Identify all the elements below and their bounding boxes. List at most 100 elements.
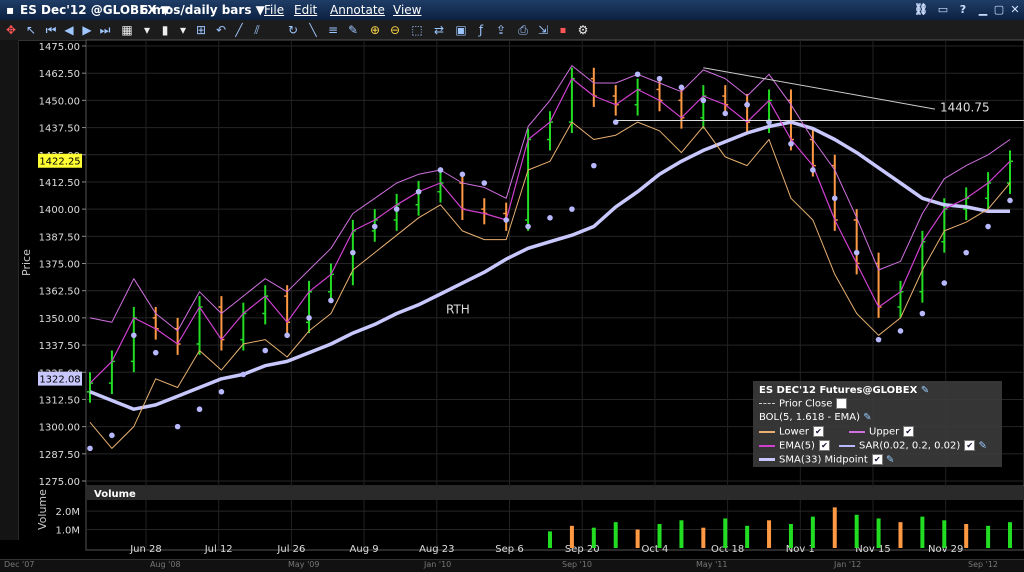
price-tick-label: 1475.00	[39, 42, 80, 53]
volume-title-bar	[86, 486, 1024, 500]
sma-price-text: 1322.08	[39, 375, 80, 386]
volume-bar	[810, 516, 815, 548]
nav-label: Dec '07	[4, 560, 35, 569]
edit-icon: ✎	[863, 412, 872, 423]
volume-bar	[701, 527, 706, 548]
price-tick-label: 1300.00	[39, 423, 80, 434]
volume-bar	[767, 520, 772, 548]
volume-bar	[1008, 522, 1012, 548]
sar-dot	[152, 349, 159, 356]
sar-dot	[634, 71, 641, 78]
sar-dot	[547, 215, 553, 221]
prior-close-checkbox[interactable]	[836, 398, 848, 409]
date-tick-label: Jul 26	[276, 544, 305, 555]
price-tick-label: 1375.00	[39, 260, 80, 271]
price-tick-label: 1362.50	[39, 287, 80, 298]
sar-dot	[700, 97, 707, 104]
price-tick-label: 1287.50	[39, 450, 80, 461]
sar-dot	[87, 445, 93, 452]
price-tick-label: 1337.50	[39, 341, 80, 352]
volume-bar	[920, 516, 925, 548]
price-tick-label: 1350.00	[39, 314, 80, 325]
volume-bar	[854, 514, 859, 548]
sar-dot	[459, 171, 466, 178]
volume-tick-label: 2.0M	[55, 507, 80, 518]
volume-bar	[832, 507, 837, 548]
legend-upper: Upper ✔	[849, 426, 915, 438]
sar-dot	[131, 332, 137, 339]
price-tick-label: 1275.00	[39, 477, 80, 488]
sar-dot	[569, 206, 575, 212]
legend-sma-label: SMA(33) Midpoint	[779, 454, 868, 466]
volume-bar	[723, 518, 728, 548]
volume-bar	[591, 527, 596, 548]
price-tick-label: 1450.00	[39, 96, 80, 107]
volume-bar	[569, 525, 574, 548]
sar-dot	[262, 347, 269, 354]
ema-checkbox[interactable]: ✔	[818, 440, 830, 451]
volume-bar	[679, 520, 684, 548]
nav-label: Aug '08	[150, 560, 181, 569]
sar-dot	[941, 280, 948, 286]
legend-lower: Lower ✔	[759, 426, 824, 438]
volume-tick-label: 1.0M	[55, 526, 80, 537]
legend-upper-label: Upper	[869, 426, 900, 438]
sma-checkbox[interactable]: ✔	[871, 454, 883, 465]
volume-bar	[635, 529, 640, 548]
current-price-text: 1422.25	[39, 157, 80, 168]
volume-bar	[613, 522, 618, 548]
sar-dot	[306, 315, 312, 321]
legend-sma: SMA(33) Midpoint ✔ ✎	[759, 454, 894, 466]
price-tick-label: 1387.50	[39, 232, 80, 243]
date-tick-label: Aug 9	[350, 544, 379, 555]
price-tick-label: 1437.50	[39, 124, 80, 135]
sar-dot	[371, 223, 378, 230]
legend-sar-label: SAR(0.02, 0.2, 0.02)	[859, 440, 961, 452]
price-tick-label: 1462.50	[39, 69, 80, 80]
date-tick-label: Jun 28	[129, 544, 162, 555]
date-tick-label: Sep 6	[495, 544, 523, 555]
sar-checkbox[interactable]: ✔	[964, 440, 976, 451]
sar-dot	[591, 162, 597, 169]
sar-dot	[393, 206, 400, 212]
price-tick-label: 1312.50	[39, 395, 80, 406]
sar-dot	[985, 223, 991, 230]
sar-dot	[788, 141, 794, 147]
nav-label: Sep '10	[562, 560, 592, 569]
legend-bol-label: BOL(5, 1.618 - EMA)	[759, 412, 861, 423]
level-annotation: 1440.75	[940, 100, 990, 114]
sar-dot	[810, 167, 816, 173]
volume-bar	[745, 525, 750, 548]
sar-dot	[525, 223, 531, 230]
date-tick-label: Jul 12	[204, 544, 233, 555]
volume-bar	[898, 522, 903, 548]
legend-panel[interactable]: ES DEC'12 Futures@GLOBEX ✎ Prior Close B…	[753, 381, 1002, 467]
volume-bar	[942, 520, 947, 548]
nav-label: Jan '10	[424, 560, 452, 569]
sar-dot	[328, 297, 334, 304]
nav-label: Sep '12	[968, 560, 998, 569]
sar-dot	[503, 217, 509, 223]
legend-sar: SAR(0.02, 0.2, 0.02) ✔ ✎	[839, 440, 987, 452]
volume-bar	[964, 524, 969, 548]
nav-label: May '11	[696, 560, 728, 569]
date-tick-label: Aug 23	[419, 544, 454, 555]
sar-dot	[722, 110, 729, 117]
nav-label: May '09	[288, 560, 320, 569]
sar-dot	[744, 101, 750, 108]
price-chart[interactable]: Volume1475.001462.501450.001437.501425.0…	[0, 0, 1024, 571]
upper-checkbox[interactable]: ✔	[903, 426, 915, 437]
price-tick-label: 1400.00	[39, 205, 80, 216]
bottom-navigator[interactable]: Dec '07 Aug '08 May '09 Jan '10 Sep '10 …	[0, 559, 1024, 572]
sar-dot	[1007, 197, 1013, 204]
nav-label: Jan '12	[834, 560, 862, 569]
lower-checkbox[interactable]: ✔	[812, 426, 824, 437]
sar-dot	[831, 195, 838, 202]
sar-dot	[174, 423, 181, 430]
sar-dot	[109, 432, 115, 439]
volume-panel-title: Volume	[94, 489, 136, 500]
volume-bar	[657, 524, 662, 548]
volume-bar	[876, 518, 881, 548]
sar-dot	[415, 188, 422, 195]
legend-prior-close-label: Prior Close	[779, 398, 833, 410]
